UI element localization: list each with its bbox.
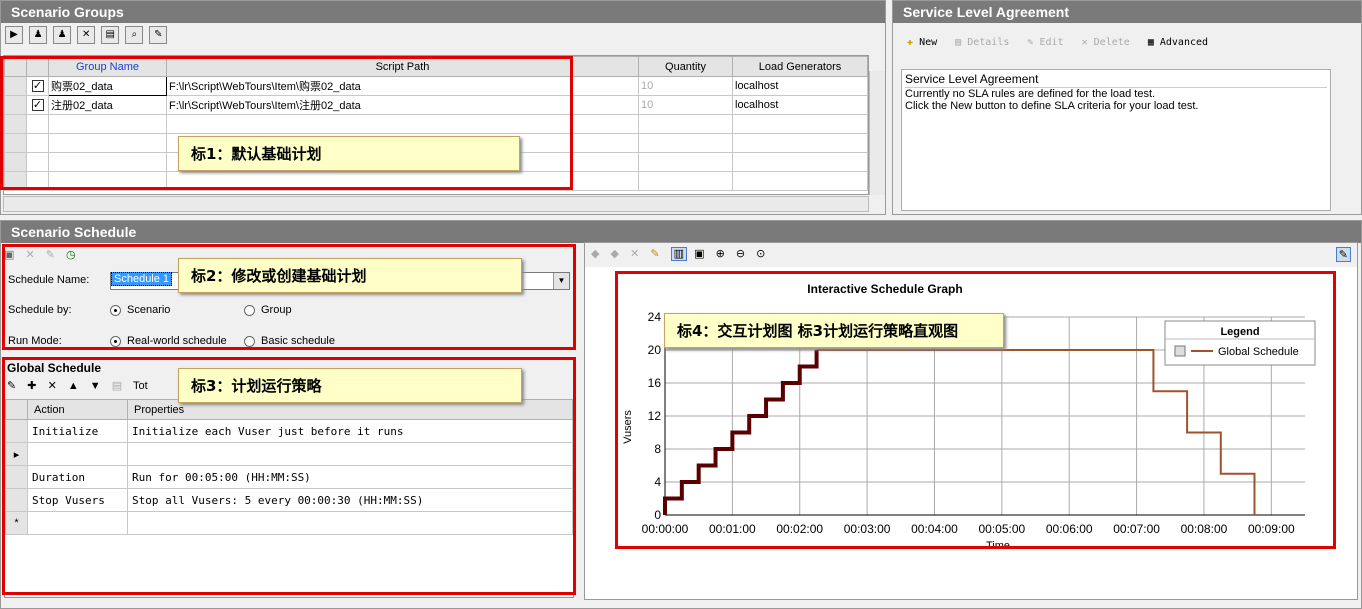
scenario-groups-toolbar: ▶ ♟ ♟ ✕ ▤ ⌕ ✎ <box>1 23 885 47</box>
quantity-cell[interactable]: 10 <box>638 76 733 96</box>
graph-toolbar: ◆ ◆ ✕ ✎ ▥ ▣ ⊕ ⊖ ⊙ ✎ <box>585 243 1357 267</box>
load-generator-cell[interactable]: localhost <box>732 76 868 96</box>
split-icon[interactable]: ◆ <box>611 248 619 260</box>
scenario-schedule-title: Scenario Schedule <box>1 221 1361 243</box>
sla-details-button[interactable]: ▤ Details <box>955 37 1009 48</box>
details-icon[interactable]: ▤ <box>101 26 120 44</box>
zoom-out-icon[interactable]: ⊖ <box>736 248 745 260</box>
edit-mode-icon[interactable]: ▥ <box>670 247 688 261</box>
remove-group-icon[interactable]: ✕ <box>77 26 96 44</box>
col-quantity[interactable]: Quantity <box>638 56 733 77</box>
fit-icon[interactable]: ▣ <box>694 248 704 260</box>
groups-horizontal-scrollbar[interactable] <box>3 196 869 212</box>
edit-script-icon[interactable]: ✎ <box>149 26 168 44</box>
sla-info-box: Service Level Agreement Currently no SLA… <box>901 69 1331 211</box>
note-1: 标1：默认基础计划 <box>178 136 520 171</box>
sla-title: Service Level Agreement <box>893 1 1361 23</box>
scenario-groups-title: Scenario Groups <box>1 1 885 23</box>
note-4: 标4：交互计划图 标3计划运行策略直观图 <box>664 313 1004 348</box>
edit-icon: ✎ <box>1027 37 1034 48</box>
new-action-icon[interactable]: ◆ <box>591 248 599 260</box>
vusers-icon[interactable]: ♟ <box>53 26 72 44</box>
sla-message-line2: Click the New button to define SLA crite… <box>905 100 1199 112</box>
sla-advanced-button[interactable]: ▦ Advanced <box>1148 37 1208 48</box>
sla-panel: Service Level Agreement ✚ New ▤ Details … <box>892 0 1362 215</box>
delete-icon: ✕ <box>1081 37 1088 48</box>
delete-point-icon[interactable]: ✕ <box>630 248 639 260</box>
advanced-icon: ▦ <box>1147 37 1154 48</box>
play-icon[interactable]: ▶ <box>5 26 23 44</box>
sla-message-line1: Currently no SLA rules are defined for t… <box>905 88 1156 100</box>
zoom-in-icon[interactable]: ⊕ <box>716 248 725 260</box>
add-group-icon[interactable]: ♟ <box>29 26 48 44</box>
graph-settings-icon[interactable]: ✎ <box>1335 247 1351 262</box>
new-icon: ✚ <box>907 37 914 48</box>
sla-box-title: Service Level Agreement <box>905 72 1327 88</box>
groups-vertical-scrollbar[interactable] <box>869 71 885 195</box>
view-script-icon[interactable]: ⌕ <box>125 26 144 44</box>
sla-toolbar: ✚ New ▤ Details ✎ Edit ✕ Delete ▦ Advanc… <box>893 23 1361 65</box>
sla-edit-button[interactable]: ✎ Edit <box>1027 37 1063 48</box>
load-generator-cell[interactable]: localhost <box>732 95 868 115</box>
zoom-reset-icon[interactable]: ⊙ <box>756 248 765 260</box>
pencil-icon[interactable]: ✎ <box>650 248 659 260</box>
note-3: 标3：计划运行策略 <box>178 368 522 403</box>
details-icon: ▤ <box>955 37 962 48</box>
quantity-cell[interactable]: 10 <box>638 95 733 115</box>
sla-new-button[interactable]: ✚ New <box>907 37 937 48</box>
note-2: 标2：修改或创建基础计划 <box>178 258 522 293</box>
sla-delete-button[interactable]: ✕ Delete <box>1082 37 1130 48</box>
col-load-generators[interactable]: Load Generators <box>732 56 868 77</box>
